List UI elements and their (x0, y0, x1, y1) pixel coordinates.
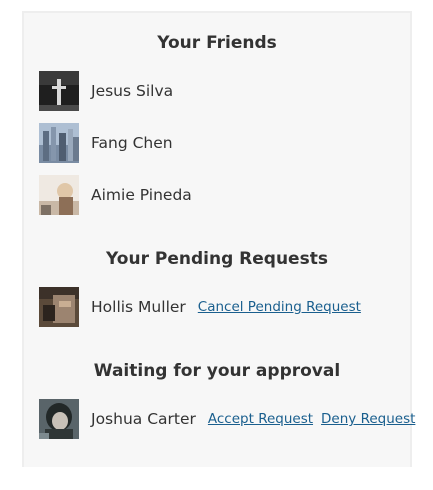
accept-request-link[interactable]: Accept Request (208, 411, 313, 427)
friend-row: Fang Chen (39, 123, 173, 163)
friend-name[interactable]: Jesus Silva (91, 82, 173, 100)
friend-row: Aimie Pineda (39, 175, 192, 215)
avatar (39, 287, 79, 327)
approval-row: Joshua Carter Accept Request Deny Reques… (39, 399, 415, 439)
avatar (39, 175, 79, 215)
cancel-pending-request-link[interactable]: Cancel Pending Request (198, 299, 361, 315)
pending-heading: Your Pending Requests (106, 249, 328, 269)
avatar (39, 71, 79, 111)
avatar (39, 123, 79, 163)
friend-row: Jesus Silva (39, 71, 173, 111)
friends-panel: Your Friends Jesus Silva Fang Chen Aimie… (22, 11, 415, 467)
pending-row: Hollis Muller Cancel Pending Request (39, 287, 361, 327)
friends-heading: Your Friends (157, 33, 277, 53)
deny-request-link[interactable]: Deny Request (321, 411, 415, 427)
approval-heading: Waiting for your approval (93, 361, 341, 381)
friend-name[interactable]: Fang Chen (91, 134, 173, 152)
friend-name[interactable]: Aimie Pineda (91, 186, 192, 204)
avatar (39, 399, 79, 439)
approval-name[interactable]: Joshua Carter (91, 410, 196, 428)
pending-name[interactable]: Hollis Muller (91, 298, 186, 316)
